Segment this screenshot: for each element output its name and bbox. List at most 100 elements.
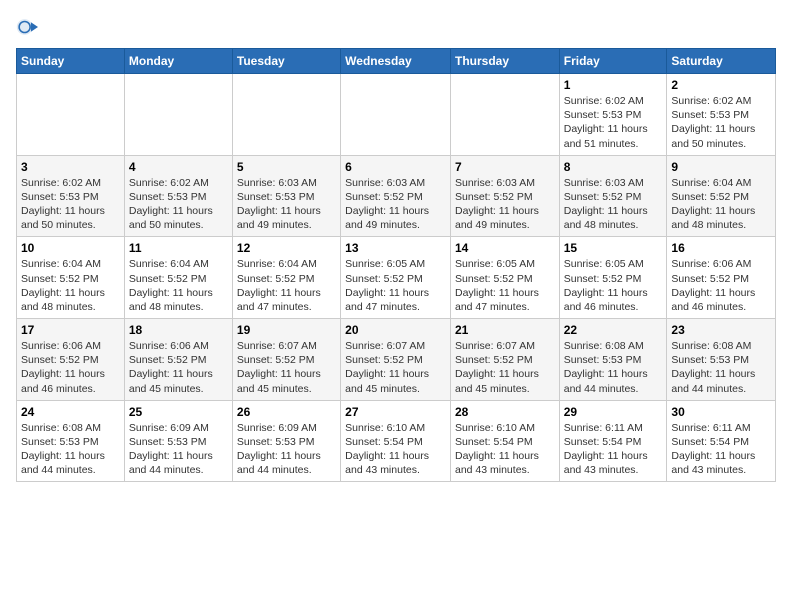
- day-number: 8: [564, 160, 663, 174]
- day-number: 6: [345, 160, 446, 174]
- day-cell: 10Sunrise: 6:04 AM Sunset: 5:52 PM Dayli…: [17, 237, 125, 319]
- day-info: Sunrise: 6:04 AM Sunset: 5:52 PM Dayligh…: [237, 257, 336, 314]
- calendar-header: SundayMondayTuesdayWednesdayThursdayFrid…: [17, 49, 776, 74]
- day-cell: 17Sunrise: 6:06 AM Sunset: 5:52 PM Dayli…: [17, 319, 125, 401]
- day-number: 24: [21, 405, 120, 419]
- day-cell: [450, 74, 559, 156]
- week-row-1: 1 Sunrise: 6:02 AM Sunset: 5:53 PM Daylig…: [17, 74, 776, 156]
- day-number: 28: [455, 405, 555, 419]
- day-cell: 5 Sunrise: 6:03 AM Sunset: 5:53 PM Daylig…: [232, 155, 340, 237]
- day-cell: 7Sunrise: 6:03 AM Sunset: 5:52 PM Daylig…: [450, 155, 559, 237]
- week-row-5: 24Sunrise: 6:08 AM Sunset: 5:53 PM Dayli…: [17, 400, 776, 482]
- day-info: Sunrise: 6:04 AM Sunset: 5:52 PM Dayligh…: [129, 257, 228, 314]
- day-number: 19: [237, 323, 336, 337]
- day-number: 5: [237, 160, 336, 174]
- weekday-header-friday: Friday: [559, 49, 667, 74]
- day-cell: 11 Sunrise: 6:04 AM Sunset: 5:52 PM Dayli…: [124, 237, 232, 319]
- day-cell: 28 Sunrise: 6:10 AM Sunset: 5:54 PM Dayli…: [450, 400, 559, 482]
- day-number: 26: [237, 405, 336, 419]
- week-row-3: 10 Sunrise: 6:04 AM Sunset: 5:52 PM Dayli…: [17, 237, 776, 319]
- day-cell: 4 Sunrise: 6:02 AM Sunset: 5:53 PM Daylig…: [124, 155, 232, 237]
- day-info: Sunrise: 6:06 AM Sunset: 5:52 PM Dayligh…: [21, 339, 120, 396]
- day-info: Sunrise: 6:09 AM Sunset: 5:53 PM Dayligh…: [237, 421, 336, 478]
- day-number: 21: [455, 323, 555, 337]
- calendar-table: SundayMondayTuesdayWednesdayThursdayFrid…: [16, 48, 776, 482]
- day-info: Sunrise: 6:02 AM Sunset: 5:53 PM Dayligh…: [21, 176, 120, 233]
- day-cell: 22Sunrise: 6:08 AM Sunset: 5:53 PM Dayli…: [559, 319, 667, 401]
- day-number: 12: [237, 241, 336, 255]
- day-number: 20: [345, 323, 446, 337]
- day-info: Sunrise: 6:03 AM Sunset: 5:53 PM Dayligh…: [237, 176, 336, 233]
- day-number: 11: [129, 241, 228, 255]
- day-number: 25: [129, 405, 228, 419]
- day-number: 13: [345, 241, 446, 255]
- day-info: Sunrise: 6:08 AM Sunset: 5:53 PM Dayligh…: [671, 339, 771, 396]
- day-cell: 14 Sunrise: 6:05 AM Sunset: 5:52 PM Dayli…: [450, 237, 559, 319]
- day-cell: 30 Sunrise: 6:11 AM Sunset: 5:54 PM Dayli…: [667, 400, 776, 482]
- day-number: 18: [129, 323, 228, 337]
- day-number: 14: [455, 241, 555, 255]
- day-cell: 9 Sunrise: 6:04 AM Sunset: 5:52 PM Daylig…: [667, 155, 776, 237]
- day-number: 27: [345, 405, 446, 419]
- day-number: 3: [21, 160, 120, 174]
- day-cell: 8 Sunrise: 6:03 AM Sunset: 5:52 PM Daylig…: [559, 155, 667, 237]
- day-cell: [232, 74, 340, 156]
- day-cell: 20 Sunrise: 6:07 AM Sunset: 5:52 PM Dayli…: [341, 319, 451, 401]
- day-number: 29: [564, 405, 663, 419]
- calendar-body: 1 Sunrise: 6:02 AM Sunset: 5:53 PM Daylig…: [17, 74, 776, 482]
- weekday-header-monday: Monday: [124, 49, 232, 74]
- day-info: Sunrise: 6:03 AM Sunset: 5:52 PM Dayligh…: [564, 176, 663, 233]
- logo-icon: [16, 16, 38, 38]
- day-info: Sunrise: 6:06 AM Sunset: 5:52 PM Dayligh…: [671, 257, 771, 314]
- day-info: Sunrise: 6:10 AM Sunset: 5:54 PM Dayligh…: [455, 421, 555, 478]
- day-info: Sunrise: 6:05 AM Sunset: 5:52 PM Dayligh…: [564, 257, 663, 314]
- day-cell: 23 Sunrise: 6:08 AM Sunset: 5:53 PM Dayli…: [667, 319, 776, 401]
- day-number: 15: [564, 241, 663, 255]
- logo: [16, 16, 40, 38]
- day-cell: 6 Sunrise: 6:03 AM Sunset: 5:52 PM Daylig…: [341, 155, 451, 237]
- day-info: Sunrise: 6:07 AM Sunset: 5:52 PM Dayligh…: [455, 339, 555, 396]
- day-info: Sunrise: 6:11 AM Sunset: 5:54 PM Dayligh…: [564, 421, 663, 478]
- header: [16, 16, 776, 38]
- day-number: 10: [21, 241, 120, 255]
- day-cell: 12 Sunrise: 6:04 AM Sunset: 5:52 PM Dayli…: [232, 237, 340, 319]
- day-info: Sunrise: 6:02 AM Sunset: 5:53 PM Dayligh…: [564, 94, 663, 151]
- day-cell: [341, 74, 451, 156]
- weekday-header-saturday: Saturday: [667, 49, 776, 74]
- day-number: 1: [564, 78, 663, 92]
- weekday-header-sunday: Sunday: [17, 49, 125, 74]
- day-info: Sunrise: 6:03 AM Sunset: 5:52 PM Dayligh…: [455, 176, 555, 233]
- week-row-4: 17Sunrise: 6:06 AM Sunset: 5:52 PM Dayli…: [17, 319, 776, 401]
- weekday-header-tuesday: Tuesday: [232, 49, 340, 74]
- day-info: Sunrise: 6:05 AM Sunset: 5:52 PM Dayligh…: [345, 257, 446, 314]
- day-cell: 19 Sunrise: 6:07 AM Sunset: 5:52 PM Dayli…: [232, 319, 340, 401]
- weekday-row: SundayMondayTuesdayWednesdayThursdayFrid…: [17, 49, 776, 74]
- day-number: 30: [671, 405, 771, 419]
- week-row-2: 3 Sunrise: 6:02 AM Sunset: 5:53 PM Daylig…: [17, 155, 776, 237]
- day-number: 2: [671, 78, 771, 92]
- day-cell: 1 Sunrise: 6:02 AM Sunset: 5:53 PM Daylig…: [559, 74, 667, 156]
- day-cell: 2 Sunrise: 6:02 AM Sunset: 5:53 PM Daylig…: [667, 74, 776, 156]
- day-number: 16: [671, 241, 771, 255]
- day-cell: 27 Sunrise: 6:10 AM Sunset: 5:54 PM Dayli…: [341, 400, 451, 482]
- day-info: Sunrise: 6:07 AM Sunset: 5:52 PM Dayligh…: [345, 339, 446, 396]
- day-info: Sunrise: 6:10 AM Sunset: 5:54 PM Dayligh…: [345, 421, 446, 478]
- day-cell: 25 Sunrise: 6:09 AM Sunset: 5:53 PM Dayli…: [124, 400, 232, 482]
- day-cell: 13 Sunrise: 6:05 AM Sunset: 5:52 PM Dayli…: [341, 237, 451, 319]
- day-cell: 18Sunrise: 6:06 AM Sunset: 5:52 PM Dayli…: [124, 319, 232, 401]
- day-cell: 15 Sunrise: 6:05 AM Sunset: 5:52 PM Dayli…: [559, 237, 667, 319]
- day-cell: 21 Sunrise: 6:07 AM Sunset: 5:52 PM Dayli…: [450, 319, 559, 401]
- day-info: Sunrise: 6:05 AM Sunset: 5:52 PM Dayligh…: [455, 257, 555, 314]
- day-cell: 16 Sunrise: 6:06 AM Sunset: 5:52 PM Dayli…: [667, 237, 776, 319]
- day-info: Sunrise: 6:03 AM Sunset: 5:52 PM Dayligh…: [345, 176, 446, 233]
- day-info: Sunrise: 6:04 AM Sunset: 5:52 PM Dayligh…: [671, 176, 771, 233]
- day-number: 9: [671, 160, 771, 174]
- day-info: Sunrise: 6:07 AM Sunset: 5:52 PM Dayligh…: [237, 339, 336, 396]
- day-info: Sunrise: 6:11 AM Sunset: 5:54 PM Dayligh…: [671, 421, 771, 478]
- day-info: Sunrise: 6:02 AM Sunset: 5:53 PM Dayligh…: [671, 94, 771, 151]
- day-number: 23: [671, 323, 771, 337]
- day-info: Sunrise: 6:02 AM Sunset: 5:53 PM Dayligh…: [129, 176, 228, 233]
- day-number: 4: [129, 160, 228, 174]
- day-info: Sunrise: 6:08 AM Sunset: 5:53 PM Dayligh…: [564, 339, 663, 396]
- day-info: Sunrise: 6:09 AM Sunset: 5:53 PM Dayligh…: [129, 421, 228, 478]
